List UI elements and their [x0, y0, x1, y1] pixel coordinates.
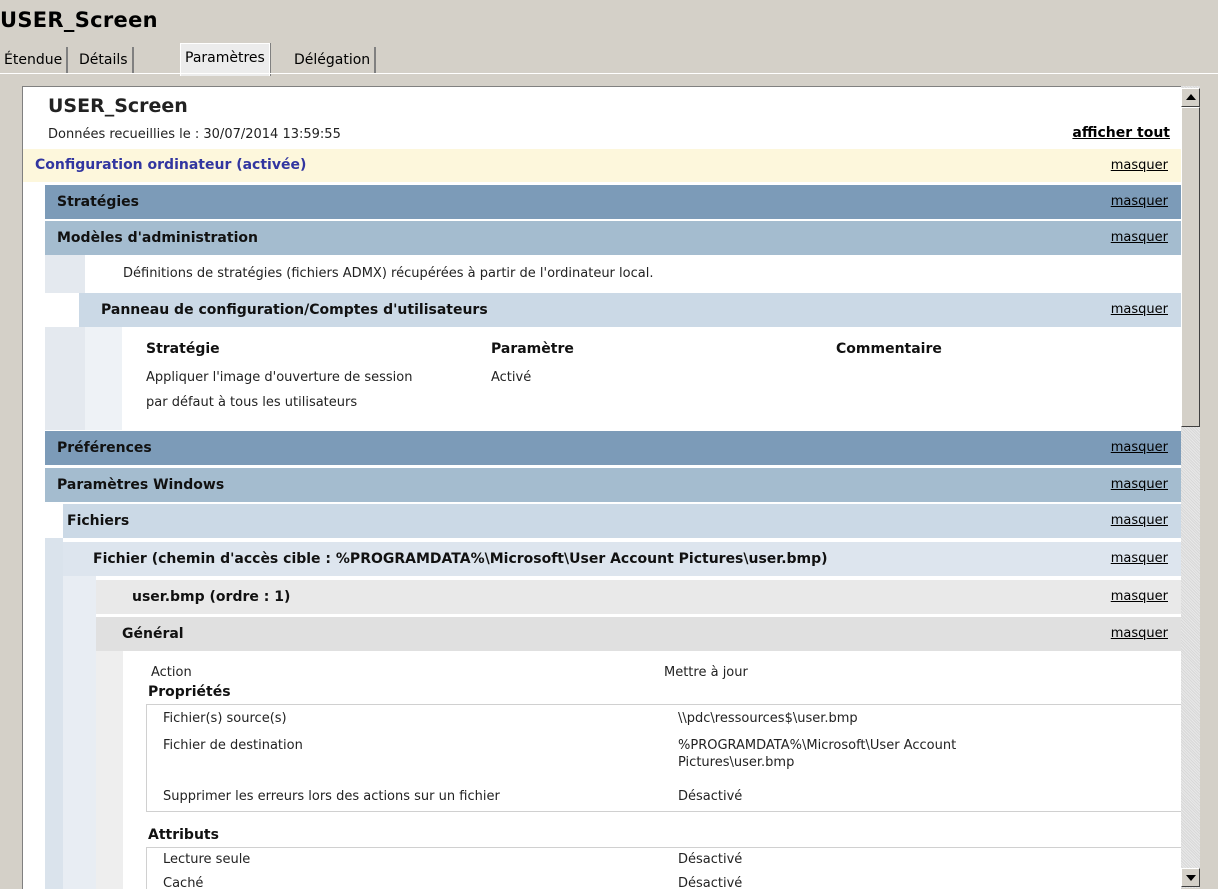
policy-setting-value: Activé — [491, 370, 532, 385]
prop-value-destination: %PROGRAMDATA%\Microsoft\User Account — [678, 738, 957, 753]
attr-label-hidden: Caché — [163, 876, 204, 889]
arrow-down-icon — [1186, 875, 1196, 881]
preferences-section: Préférences masquer — [45, 431, 1182, 465]
scroll-up-button[interactable] — [1181, 88, 1200, 107]
policies-section: Stratégies masquer — [45, 185, 1182, 219]
user-bmp-section: user.bmp (ordre : 1) masquer — [96, 580, 1182, 614]
hide-link-policies[interactable]: masquer — [1111, 185, 1168, 219]
files-section: Fichiers masquer — [63, 504, 1182, 538]
attr-value-readonly: Désactivé — [678, 852, 743, 867]
collected-date: Données recueillies le : 30/07/2014 13:5… — [48, 127, 341, 142]
prop-label-source: Fichier(s) source(s) — [163, 711, 287, 726]
policy-name: Appliquer l'image d'ouverture de session — [146, 370, 413, 385]
hide-link-file-item[interactable]: masquer — [1111, 542, 1168, 576]
file-item-section: Fichier (chemin d'accès cible : %PROGRAM… — [63, 542, 1182, 576]
indent-bar — [63, 576, 96, 889]
indent-bar — [96, 651, 123, 889]
prop-value-source: \\pdc\ressources$\user.bmp — [678, 711, 858, 726]
scroll-thumb[interactable] — [1181, 107, 1200, 427]
indent-bar — [45, 327, 85, 430]
tab-delegation[interactable]: Délégation — [290, 47, 377, 73]
col-header-setting: Paramètre — [491, 341, 574, 357]
hide-link-files[interactable]: masquer — [1111, 504, 1168, 538]
preferences-heading: Préférences — [57, 440, 152, 456]
admin-templates-section: Modèles d'administration masquer — [45, 221, 1182, 255]
control-panel-section: Panneau de configuration/Comptes d'utili… — [79, 293, 1182, 327]
hide-link-config[interactable]: masquer — [1111, 149, 1168, 182]
admx-note: Définitions de stratégies (fichiers ADMX… — [123, 266, 654, 281]
prop-value-destination-line2: Pictures\user.bmp — [678, 755, 795, 770]
col-header-comment: Commentaire — [836, 341, 942, 357]
user-bmp-heading: user.bmp (ordre : 1) — [132, 589, 291, 605]
vertical-scrollbar[interactable] — [1181, 86, 1200, 888]
properties-heading: Propriétés — [148, 684, 231, 700]
files-heading: Fichiers — [67, 513, 130, 529]
policy-name-line2: par défaut à tous les utilisateurs — [146, 395, 358, 410]
col-header-policy: Stratégie — [146, 341, 220, 357]
show-all-link[interactable]: afficher tout — [1072, 125, 1170, 141]
attr-value-hidden: Désactivé — [678, 876, 743, 889]
windows-settings-section: Paramètres Windows masquer — [45, 468, 1182, 502]
indent-bar — [45, 255, 85, 293]
settings-report: USER_Screen Données recueillies le : 30/… — [22, 86, 1182, 889]
policies-heading: Stratégies — [57, 194, 139, 210]
window-title: USER_Screen — [0, 8, 158, 32]
tab-divider — [0, 73, 1218, 74]
arrow-up-icon — [1186, 94, 1196, 100]
action-label: Action — [151, 665, 192, 680]
attributes-heading: Attributs — [148, 827, 219, 843]
indent-bar — [85, 327, 122, 430]
general-section: Général masquer — [96, 617, 1182, 651]
control-panel-heading: Panneau de configuration/Comptes d'utili… — [101, 302, 488, 318]
prop-value-suppress-errors: Désactivé — [678, 789, 743, 804]
hide-link-general[interactable]: masquer — [1111, 617, 1168, 651]
indent-bar — [45, 538, 63, 889]
hide-link-control-panel[interactable]: masquer — [1111, 293, 1168, 327]
hide-link-admin-templates[interactable]: masquer — [1111, 221, 1168, 255]
attributes-table — [146, 847, 1182, 889]
general-heading: Général — [122, 626, 184, 642]
admin-templates-heading: Modèles d'administration — [57, 230, 258, 246]
file-item-heading: Fichier (chemin d'accès cible : %PROGRAM… — [93, 551, 828, 567]
report-title: USER_Screen — [48, 95, 188, 117]
attr-label-readonly: Lecture seule — [163, 852, 251, 867]
tab-etendue[interactable]: Étendue — [0, 47, 69, 73]
tab-parametres[interactable]: Paramètres — [180, 43, 270, 76]
scroll-down-button[interactable] — [1181, 868, 1200, 887]
action-value: Mettre à jour — [664, 665, 748, 680]
prop-label-suppress-errors: Supprimer les erreurs lors des actions s… — [163, 789, 500, 804]
windows-settings-heading: Paramètres Windows — [57, 477, 225, 493]
prop-label-destination: Fichier de destination — [163, 738, 303, 753]
tab-bar: Étendue Détails Paramètres Délégation — [0, 43, 1218, 76]
tab-details[interactable]: Détails — [75, 47, 134, 73]
computer-config-section: Configuration ordinateur (activée) masqu… — [23, 149, 1182, 182]
hide-link-windows-settings[interactable]: masquer — [1111, 468, 1168, 502]
hide-link-preferences[interactable]: masquer — [1111, 431, 1168, 465]
computer-config-heading: Configuration ordinateur (activée) — [35, 157, 307, 173]
hide-link-user-bmp[interactable]: masquer — [1111, 580, 1168, 614]
